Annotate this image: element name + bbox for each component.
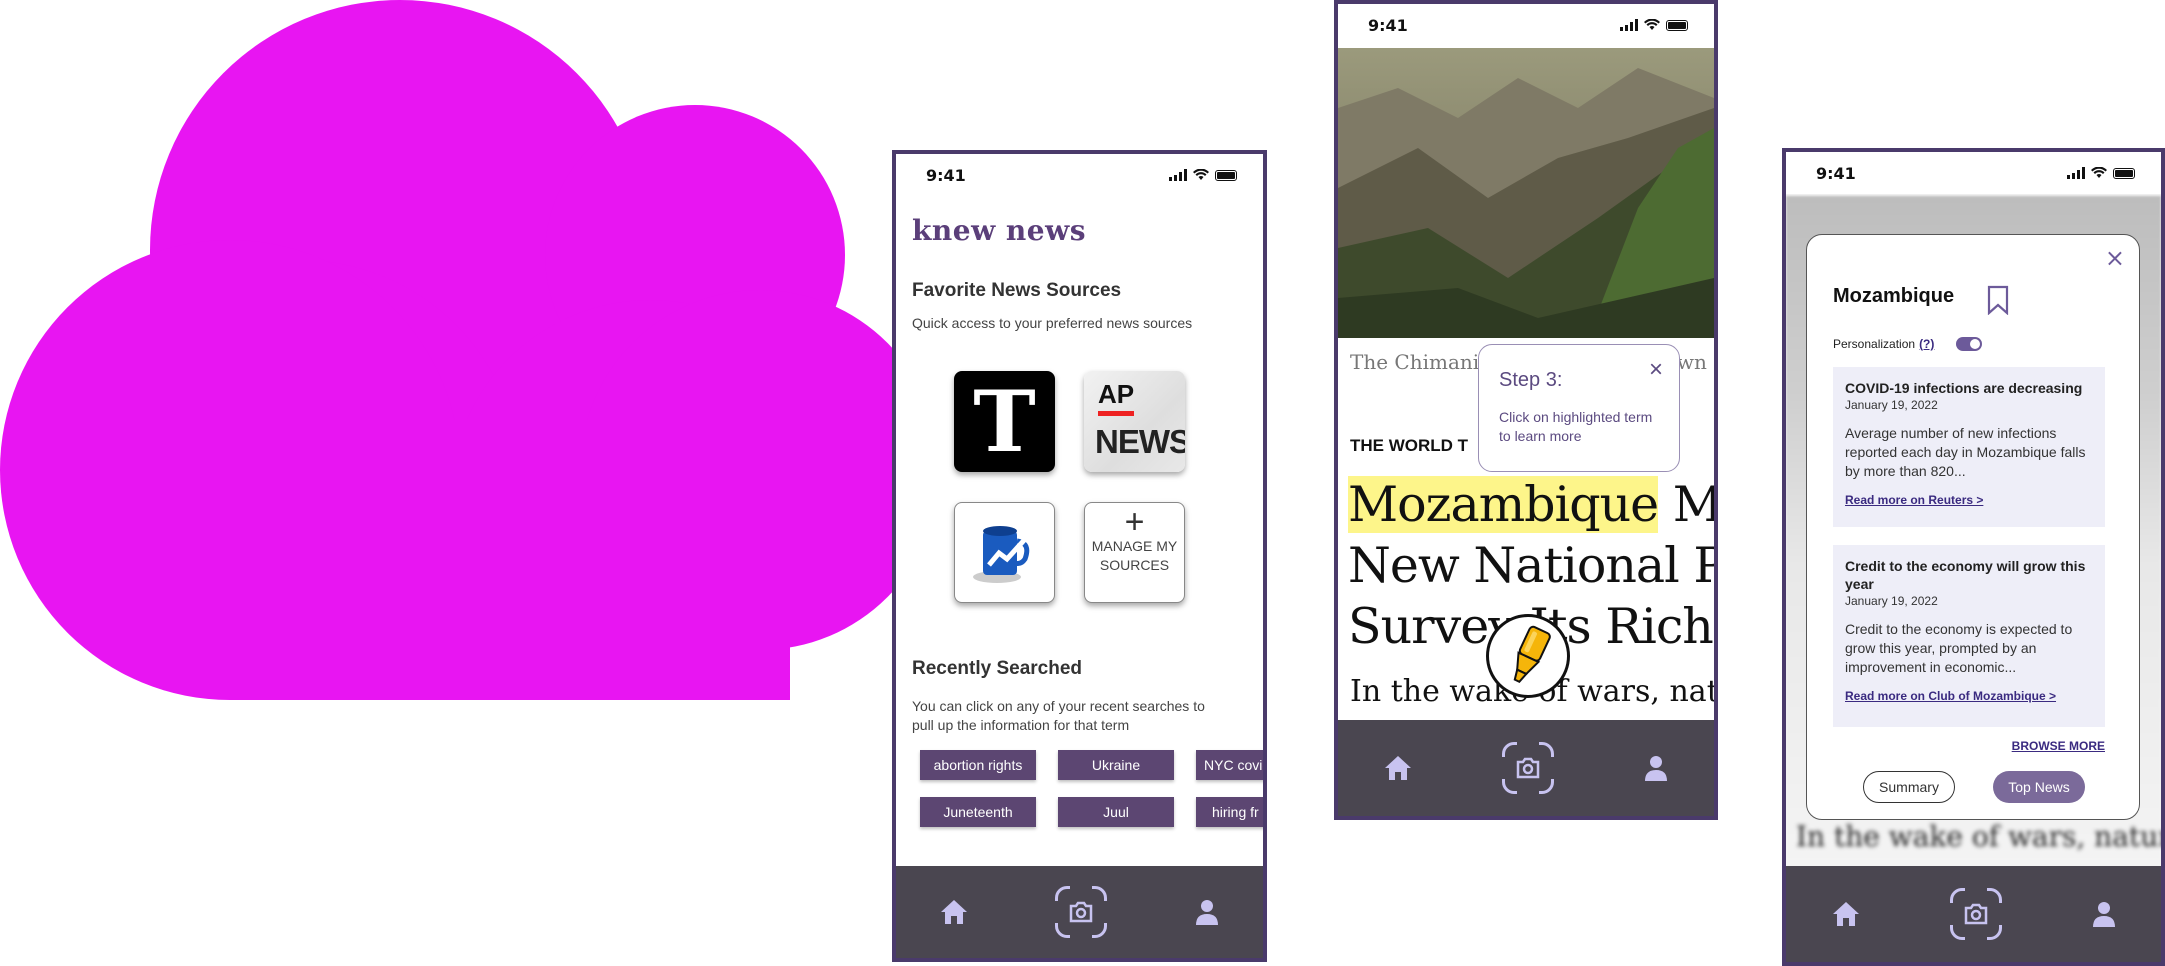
canvas: 9:41 knew news Favorite News Sources Qui… bbox=[0, 0, 2165, 966]
wifi-icon bbox=[1644, 19, 1660, 30]
news-body: Credit to the economy is expected to gro… bbox=[1845, 621, 2073, 675]
personalization-toggle[interactable] bbox=[1956, 337, 1983, 351]
article-photo bbox=[1338, 48, 1714, 338]
home-icon[interactable] bbox=[939, 898, 969, 926]
phone-term-detail-screen: 9:41 In the wake of wars, natural × Moza… bbox=[1782, 148, 2165, 966]
manage-sources-button[interactable]: + MANAGE MY SOURCES bbox=[1084, 502, 1185, 603]
app-logo: knew news bbox=[912, 214, 1086, 247]
wifi-icon bbox=[1193, 169, 1209, 180]
phone-article-screen: 9:41 The Chimani awn THE WORLD T Mozambi… bbox=[1334, 0, 1718, 820]
headline-line2: New National Par bbox=[1348, 537, 1714, 594]
mug-chart-icon bbox=[972, 525, 1029, 583]
popup-text: Click on highlighted term to learn more bbox=[1499, 408, 1659, 446]
photo-caption: The Chimani awn bbox=[1350, 350, 1707, 374]
top-news-button[interactable]: Top News bbox=[1993, 771, 2085, 803]
manage-sources-label: MANAGE MY SOURCES bbox=[1091, 538, 1178, 573]
term-title: Mozambique bbox=[1833, 285, 1955, 307]
caption-text: The Chimani bbox=[1350, 350, 1480, 374]
tab-bar bbox=[1786, 866, 2161, 962]
bookmark-icon[interactable] bbox=[1987, 285, 2009, 315]
term-detail-card: × Mozambique Personalization (?) COVID-1… bbox=[1806, 234, 2140, 820]
nyt-source-button[interactable]: T bbox=[954, 371, 1055, 472]
recent-subtitle-line2: pull up the information for that term bbox=[912, 717, 1130, 733]
news-item: Credit to the economy will grow this yea… bbox=[1833, 545, 2105, 727]
profile-icon[interactable] bbox=[1643, 754, 1669, 782]
status-time: 9:41 bbox=[1368, 15, 1408, 35]
recent-title: Recently Searched bbox=[912, 658, 1083, 679]
nyt-logo-glyph: T bbox=[973, 372, 1036, 471]
personalization-row: Personalization (?) bbox=[1833, 337, 1983, 351]
popup-text-line1: Click on highlighted term bbox=[1499, 409, 1653, 425]
status-bar: 9:41 bbox=[896, 154, 1263, 196]
news-body: Average number of new infections reporte… bbox=[1845, 425, 2086, 479]
help-link[interactable]: (?) bbox=[1919, 337, 1934, 351]
profile-icon[interactable] bbox=[2091, 900, 2117, 928]
recent-chip[interactable]: abortion rights bbox=[920, 750, 1036, 780]
news-link[interactable]: Read more on Reuters > bbox=[1845, 493, 2095, 507]
news-title: Credit to the economy will grow this yea… bbox=[1845, 558, 2086, 592]
recent-chip[interactable]: Ukraine bbox=[1058, 750, 1174, 780]
camera-icon bbox=[1516, 757, 1540, 779]
article-kicker: THE WORLD T bbox=[1350, 436, 1469, 455]
browse-more-link[interactable]: BROWSE MORE bbox=[2012, 739, 2105, 753]
ap-red-bar bbox=[1098, 411, 1134, 416]
status-icons bbox=[1620, 19, 1688, 31]
highlighter-cursor[interactable] bbox=[1486, 614, 1570, 698]
favorites-title: Favorite News Sources bbox=[912, 280, 1122, 301]
highlighter-icon bbox=[1513, 625, 1551, 683]
signal-icon bbox=[1620, 19, 1638, 31]
news-item: COVID-19 infections are decreasing Janua… bbox=[1833, 367, 2105, 527]
news-link[interactable]: Read more on Club of Mozambique > bbox=[1845, 689, 2095, 703]
status-icons bbox=[2067, 167, 2135, 179]
blurred-article-text: In the wake of wars, natural bbox=[1796, 820, 2165, 853]
recent-chip[interactable]: NYC covid bbox=[1196, 750, 1263, 780]
wsj-source-button[interactable] bbox=[954, 502, 1055, 603]
news-date: January 19, 2022 bbox=[1845, 398, 1938, 412]
camera-button[interactable] bbox=[1947, 886, 2004, 942]
status-bar: 9:41 bbox=[1786, 152, 2161, 194]
news-title: COVID-19 infections are decreasing bbox=[1845, 380, 2083, 396]
profile-icon[interactable] bbox=[1194, 898, 1220, 926]
close-icon[interactable]: × bbox=[1649, 358, 1663, 382]
ap-logo-text: AP bbox=[1098, 379, 1135, 409]
battery-icon bbox=[1666, 19, 1688, 31]
status-bar: 9:41 bbox=[1338, 4, 1714, 46]
personalization-label: Personalization bbox=[1833, 337, 1916, 351]
battery-icon bbox=[1215, 169, 1237, 181]
status-time: 9:41 bbox=[926, 165, 966, 185]
cloud-shape bbox=[0, 0, 920, 700]
recent-chip[interactable]: hiring fr bbox=[1196, 797, 1263, 827]
recent-chip[interactable]: Juul bbox=[1058, 797, 1174, 827]
tab-bar bbox=[896, 866, 1263, 958]
wifi-icon bbox=[2091, 167, 2107, 178]
tab-bar bbox=[1338, 720, 1714, 816]
headline-line1-rest: Min bbox=[1672, 476, 1718, 533]
home-icon[interactable] bbox=[1831, 900, 1861, 928]
popup-title: Step 3: bbox=[1499, 369, 1563, 391]
favorites-subtitle: Quick access to your preferred news sour… bbox=[912, 315, 1193, 331]
home-icon[interactable] bbox=[1383, 754, 1413, 782]
plus-icon: + bbox=[1124, 503, 1145, 541]
camera-icon bbox=[1964, 903, 1987, 925]
ap-news-source-button[interactable]: AP NEWS bbox=[1084, 371, 1185, 472]
camera-button[interactable] bbox=[1499, 740, 1556, 796]
popup-text-line2: to learn more bbox=[1499, 428, 1582, 444]
status-icons bbox=[1169, 169, 1237, 181]
recent-subtitle-line1: You can click on any of your recent sear… bbox=[912, 698, 1205, 714]
battery-icon bbox=[2113, 167, 2135, 179]
news-date: January 19, 2022 bbox=[1845, 594, 1938, 608]
close-icon[interactable]: × bbox=[2105, 246, 2125, 270]
recent-chip[interactable]: Juneteenth bbox=[920, 797, 1036, 827]
summary-button[interactable]: Summary bbox=[1863, 771, 1955, 803]
camera-button[interactable] bbox=[1053, 884, 1110, 940]
phone-home-screen: 9:41 knew news Favorite News Sources Qui… bbox=[892, 150, 1267, 962]
camera-icon bbox=[1070, 901, 1093, 923]
highlighted-term[interactable]: Mozambique bbox=[1348, 476, 1659, 533]
ap-news-text: NEWS bbox=[1095, 423, 1185, 460]
signal-icon bbox=[2067, 167, 2085, 179]
signal-icon bbox=[1169, 169, 1187, 181]
status-time: 9:41 bbox=[1816, 163, 1856, 183]
tutorial-popup: Step 3: Click on highlighted term to lea… bbox=[1478, 344, 1680, 472]
